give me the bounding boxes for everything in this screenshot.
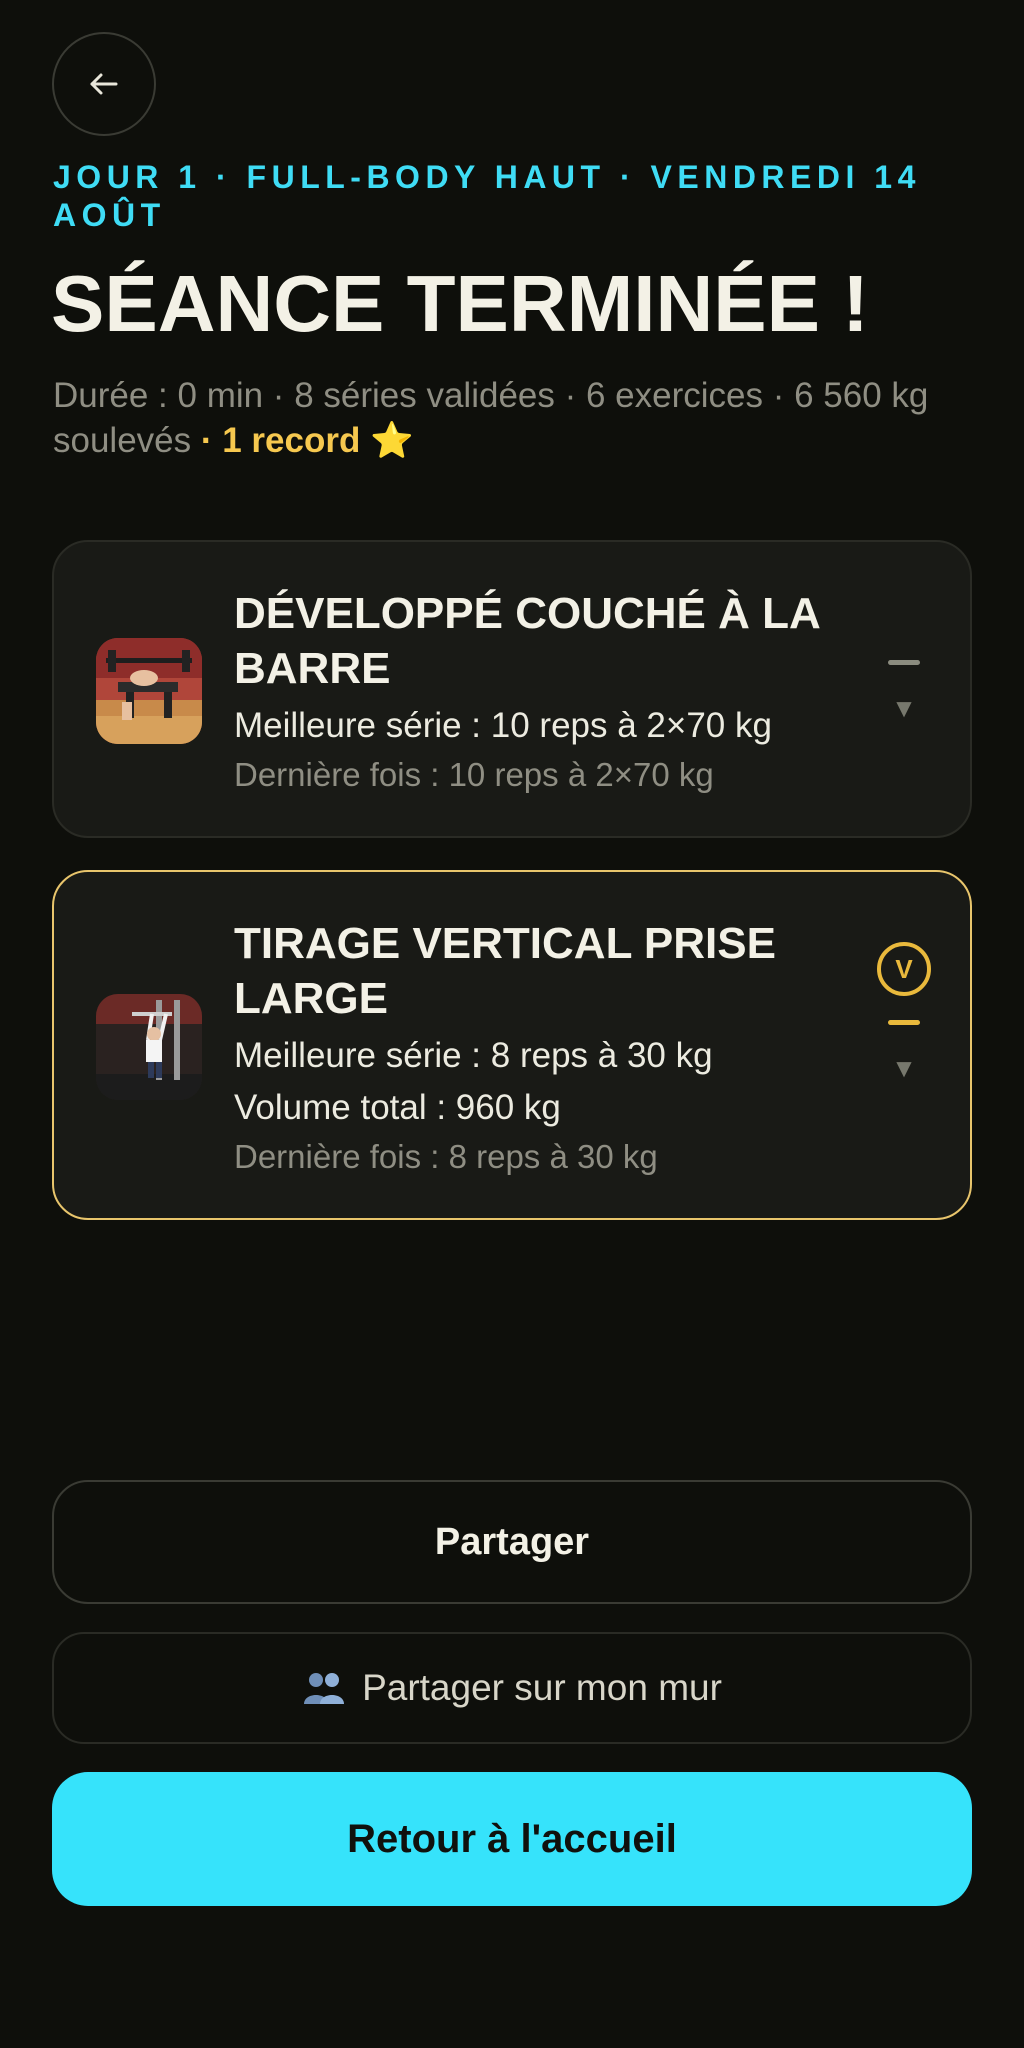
lat-pulldown-image — [96, 994, 202, 1100]
collapse-icon[interactable] — [888, 660, 920, 665]
record-count: · 1 record ⭐ — [191, 421, 414, 460]
workout-summary-screen: JOUR 1 · FULL-BODY HAUT · VENDREDI 14 AO… — [0, 0, 1024, 2048]
back-button[interactable] — [52, 32, 156, 136]
best-set: Meilleure série : 8 reps à 30 kg — [234, 1036, 713, 1075]
page-title: SÉANCE TERMINÉE ! — [51, 259, 869, 348]
card-controls: V ▼ — [876, 942, 932, 1081]
exercise-thumbnail — [96, 994, 202, 1100]
share-wall-label: Partager sur mon mur — [362, 1667, 722, 1708]
share-button-label: Partager — [434, 1520, 590, 1563]
home-button[interactable]: Retour à l'accueil — [52, 1772, 972, 1906]
chevron-down-icon[interactable]: ▼ — [891, 1055, 917, 1081]
exercise-details: DÉVELOPPÉ COUCHÉ À LA BARRE Meilleure sé… — [234, 586, 854, 798]
exercise-card-record[interactable]: TIRAGE VERTICAL PRISE LARGE Meilleure sé… — [52, 870, 972, 1220]
share-wall-button[interactable]: Partager sur mon mur — [52, 1632, 972, 1744]
session-summary: Durée : 0 min · 8 séries validées · 6 ex… — [53, 373, 973, 463]
bench-press-image — [96, 638, 202, 744]
exercise-name: TIRAGE VERTICAL PRISE LARGE — [234, 919, 776, 1023]
card-controls: ▼ — [876, 660, 932, 721]
home-button-label: Retour à l'accueil — [347, 1816, 677, 1861]
summary-stats: Durée : 0 min · 8 séries validées · 6 ex… — [53, 376, 929, 460]
last-time: Dernière fois : 10 reps à 2×70 kg — [234, 756, 714, 793]
total-volume: Volume total : 960 kg — [234, 1088, 561, 1127]
exercise-thumbnail — [96, 638, 202, 744]
session-subtitle: JOUR 1 · FULL-BODY HAUT · VENDREDI 14 AO… — [53, 159, 921, 233]
arrow-left-icon — [90, 73, 118, 95]
exercise-name: DÉVELOPPÉ COUCHÉ À LA BARRE — [234, 589, 820, 693]
people-icon — [302, 1670, 348, 1706]
last-time: Dernière fois : 8 reps à 30 kg — [234, 1138, 658, 1175]
collapse-icon[interactable] — [888, 1020, 920, 1025]
record-badge-icon: V — [877, 942, 931, 996]
share-button[interactable]: Partager — [52, 1480, 972, 1604]
exercise-card[interactable]: DÉVELOPPÉ COUCHÉ À LA BARRE Meilleure sé… — [52, 540, 972, 838]
exercise-details: TIRAGE VERTICAL PRISE LARGE Meilleure sé… — [234, 916, 854, 1180]
best-set: Meilleure série : 10 reps à 2×70 kg — [234, 706, 772, 745]
chevron-down-icon[interactable]: ▼ — [891, 695, 917, 721]
